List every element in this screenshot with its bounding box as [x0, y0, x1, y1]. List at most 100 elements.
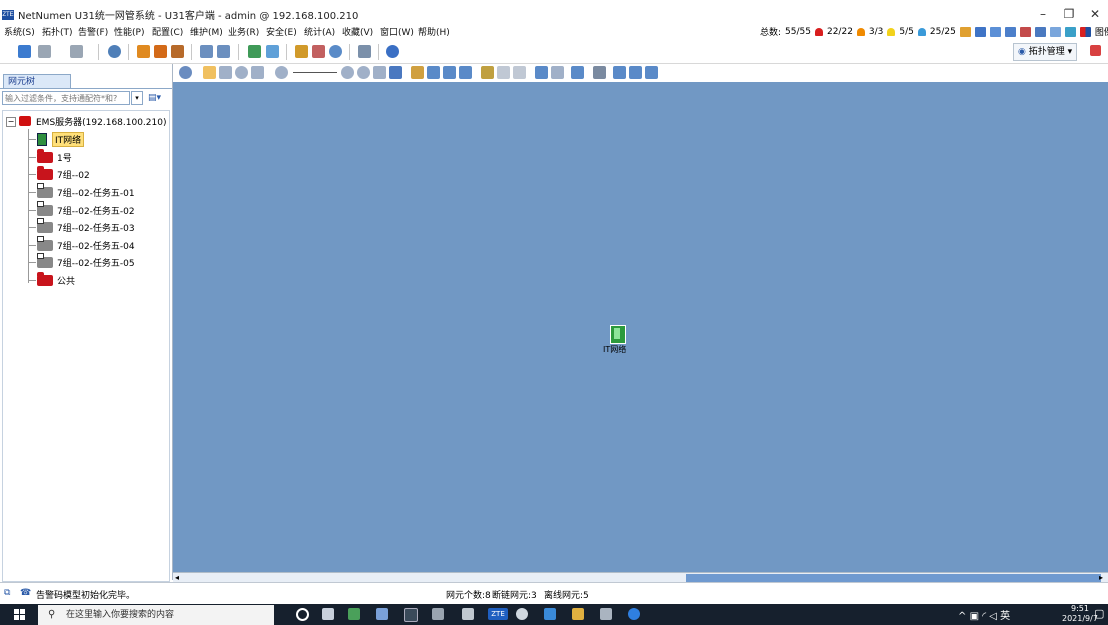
wrench-icon[interactable]: [551, 66, 564, 79]
zoom-area-icon[interactable]: [251, 66, 264, 79]
settings-app-icon[interactable]: [516, 608, 528, 620]
table-view-icon[interactable]: [613, 66, 626, 79]
tree-node-ems-server[interactable]: EMS服务器(192.168.100.210): [19, 113, 166, 129]
restore-button[interactable]: ❐: [1056, 6, 1082, 23]
grid-view-icon[interactable]: [629, 66, 642, 79]
tree-node-task-03[interactable]: 7组--02-任务五-03: [37, 217, 135, 235]
view-icon[interactable]: [217, 45, 230, 58]
tree-node-task-02[interactable]: 7组--02-任务五-02: [37, 200, 135, 218]
list-icon[interactable]: [459, 66, 472, 79]
terminal-icon[interactable]: [404, 608, 418, 622]
menu-alarm[interactable]: 告警(F): [78, 25, 108, 38]
alarm-stat-icon[interactable]: [154, 45, 167, 58]
tree-node-it-network[interactable]: IT网络: [37, 131, 85, 147]
wifi-icon[interactable]: ◜: [982, 611, 986, 622]
table-icon[interactable]: [1004, 26, 1016, 37]
legend-label[interactable]: 图例: [1095, 25, 1108, 38]
chart-icon[interactable]: [248, 45, 261, 58]
link-icon[interactable]: [266, 45, 279, 58]
warning-value[interactable]: 25/25: [930, 27, 956, 37]
detail-view-icon[interactable]: [645, 66, 658, 79]
db-app-icon[interactable]: [462, 608, 474, 620]
lock-icon[interactable]: [411, 66, 424, 79]
db-icon[interactable]: [312, 45, 325, 58]
filter-options-icon[interactable]: ▤▾: [148, 91, 168, 105]
find-icon[interactable]: [593, 66, 606, 79]
browser-icon[interactable]: [628, 608, 640, 620]
menu-service[interactable]: 业务(R): [228, 25, 259, 38]
nav-back-icon[interactable]: [497, 66, 510, 79]
globe-icon[interactable]: [108, 45, 121, 58]
chevron-up-icon[interactable]: ^: [958, 611, 966, 622]
tab-ne-tree[interactable]: 网元树: [3, 74, 71, 88]
tree-node-group-1[interactable]: 1号: [37, 148, 72, 165]
mail-icon[interactable]: [1090, 45, 1101, 56]
menu-help[interactable]: 帮助(H): [418, 25, 450, 38]
settings-icon[interactable]: [179, 66, 192, 79]
search-icon[interactable]: [329, 45, 342, 58]
app-icon-5[interactable]: [600, 608, 612, 620]
menu-system[interactable]: 系统(S): [4, 25, 35, 38]
menu-topology[interactable]: 拓扑(T): [42, 25, 73, 38]
volume-icon[interactable]: ◁: [989, 611, 997, 622]
menu-favorites[interactable]: 收藏(V): [342, 25, 373, 38]
forward-icon[interactable]: [70, 45, 83, 58]
filter-dropdown[interactable]: ▾: [131, 91, 143, 105]
nav-forward-icon[interactable]: [513, 66, 526, 79]
tree-node-group-7-02[interactable]: 7组--02: [37, 165, 90, 182]
back-icon[interactable]: [38, 45, 51, 58]
hand-icon[interactable]: [959, 26, 971, 37]
report-icon[interactable]: [1034, 26, 1046, 37]
folder-app-icon[interactable]: [572, 608, 584, 620]
config-icon[interactable]: [295, 45, 308, 58]
export-icon[interactable]: [535, 66, 548, 79]
windows-start-icon[interactable]: [14, 609, 26, 621]
menu-performance[interactable]: 性能(P): [114, 25, 144, 38]
menu-maintenance[interactable]: 维护(M): [190, 25, 223, 38]
group-icon[interactable]: [427, 66, 440, 79]
minimize-button[interactable]: –: [1030, 6, 1056, 23]
major-value[interactable]: 3/3: [869, 27, 883, 37]
menu-statistics[interactable]: 统计(A): [304, 25, 335, 38]
tools-icon[interactable]: [358, 45, 371, 58]
cortana-icon[interactable]: [296, 608, 309, 621]
collapse-toggle[interactable]: −: [6, 117, 16, 127]
menu-window[interactable]: 窗口(W): [380, 25, 414, 38]
up-level-icon[interactable]: [481, 66, 494, 79]
zoom-out-icon[interactable]: [275, 66, 288, 79]
alarm-icon[interactable]: [137, 45, 150, 58]
layout-icon[interactable]: [373, 66, 386, 79]
tree-node-task-01[interactable]: 7组--02-任务五-01: [37, 182, 135, 200]
chart-icon[interactable]: [989, 26, 1001, 37]
zte-app-icon[interactable]: ZTE: [488, 608, 508, 620]
scrollbar-thumb[interactable]: [686, 574, 1101, 582]
topology-canvas[interactable]: IT网络: [173, 82, 1108, 572]
app-icon-2[interactable]: [376, 608, 388, 620]
taskbar-search-box[interactable]: ⚲ 在这里输入你要搜索的内容: [38, 605, 274, 625]
critical-value[interactable]: 22/22: [827, 27, 853, 37]
tree-node-public[interactable]: 公共: [37, 271, 75, 288]
window-icon[interactable]: [200, 45, 213, 58]
app-icon-3[interactable]: [432, 608, 444, 620]
zoom-slider[interactable]: [293, 72, 337, 73]
refresh-icon[interactable]: [18, 45, 31, 58]
window-icon[interactable]: [1049, 26, 1061, 37]
scroll-left-icon[interactable]: ◂: [175, 573, 179, 582]
link-view-icon[interactable]: [443, 66, 456, 79]
refresh-icon[interactable]: [1064, 26, 1076, 37]
menu-security[interactable]: 安全(E): [266, 25, 297, 38]
tree-node-task-05[interactable]: 7组--02-任务五-05: [37, 252, 135, 270]
app-icon-1[interactable]: [348, 608, 360, 620]
help-icon[interactable]: [386, 45, 399, 58]
notification-icon[interactable]: ▢: [1094, 607, 1104, 620]
alarm-filter-icon[interactable]: [171, 45, 184, 58]
fit-icon[interactable]: [357, 66, 370, 79]
link-icon[interactable]: [1019, 26, 1031, 37]
select-icon[interactable]: [203, 66, 216, 79]
monitor-icon[interactable]: [571, 66, 584, 79]
grid-icon[interactable]: [974, 26, 986, 37]
pan-icon[interactable]: [219, 66, 232, 79]
it-network-node[interactable]: [610, 325, 626, 344]
taskbar-clock[interactable]: 9:51 2021/9/7: [1062, 604, 1098, 624]
task-view-icon[interactable]: [322, 608, 334, 620]
